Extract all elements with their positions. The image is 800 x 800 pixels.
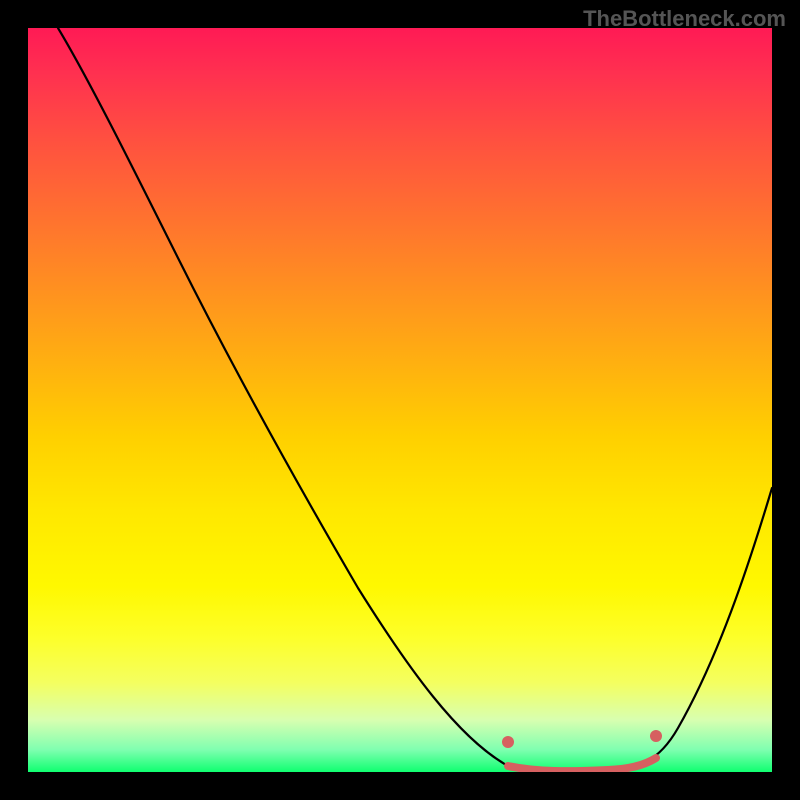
bottleneck-curve	[58, 28, 772, 771]
optimal-start-dot	[502, 736, 514, 748]
optimal-range-marker	[508, 758, 656, 771]
watermark-text: TheBottleneck.com	[583, 6, 786, 32]
chart-svg	[28, 28, 772, 772]
plot-area	[28, 28, 772, 772]
optimal-end-dot	[650, 730, 662, 742]
